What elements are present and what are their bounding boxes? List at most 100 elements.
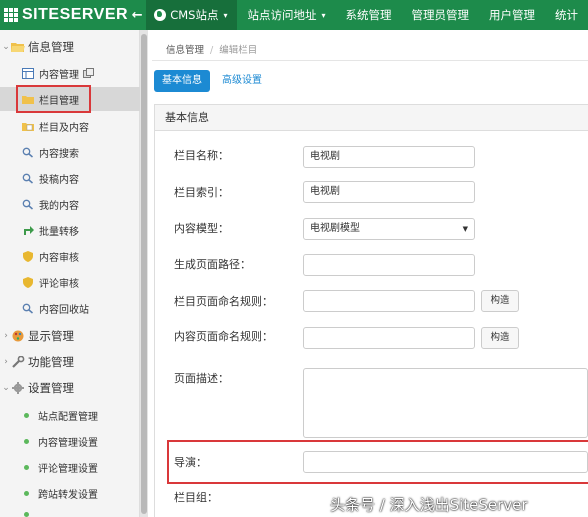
folder-open-icon [11,43,25,52]
sidebar-item-batch-move[interactable]: 批量转移 [0,219,140,241]
channel-index-input[interactable]: 电视剧 [303,181,475,203]
nav-admin[interactable]: 管理员管理 [402,0,480,30]
channel-index-label: 栏目索引： [174,186,229,199]
sidebar-item-content[interactable]: 内容管理 [0,62,140,84]
content-model-label: 内容模型： [174,222,229,235]
wrench-icon [12,356,25,368]
caret-down-icon: ▾ [321,10,326,20]
channel-rule-label: 栏目页面命名规则： [174,295,273,308]
breadcrumb-separator: / [210,45,214,56]
nav-label: 系统管理 [345,8,392,22]
tab-advanced-settings[interactable]: 高级设置 [214,70,270,92]
chevron-right-icon: › [4,357,8,367]
content-model-select[interactable]: 电视剧模型 ▼ [303,218,475,240]
sidebar-item-label: 评论审核 [39,278,79,290]
sidebar-item-label: 栏目及内容 [39,122,89,134]
bullet-icon [24,490,29,496]
sidebar-item-my-content[interactable]: 我的内容 [0,193,140,215]
bullet-icon [24,464,29,470]
shield-icon [23,276,33,288]
annotation-highlight-director [167,440,588,484]
nav-cms-site[interactable]: CMS站点 ▾ [146,0,238,30]
divider [152,60,588,61]
description-label: 页面描述： [174,372,229,385]
channel-group-label: 栏目组： [174,491,218,504]
sidebar-item-label: 内容搜索 [39,148,79,160]
bullet-icon [24,438,29,444]
panel-title: 基本信息 [155,105,588,131]
brand[interactable]: SITESERVER [0,6,128,24]
search-icon [22,147,33,158]
sidebar-item-label: 内容审核 [39,252,79,264]
sidebar-item-label: 内容回收站 [39,304,89,316]
sidebar-item-submissions[interactable]: 投稿内容 [0,167,140,189]
back-arrow-icon[interactable]: ← [128,8,146,23]
description-textarea[interactable] [303,368,588,438]
sidebar-group-label: 信息管理 [28,40,74,54]
bullet-icon [24,511,29,517]
copy-icon [83,68,94,78]
nav-system[interactable]: 系统管理 [336,0,402,30]
move-icon [24,225,34,235]
brand-name: SITESERVER [22,6,129,23]
nav-users[interactable]: 用户管理 [479,0,545,30]
caret-down-icon: ▾ [223,10,228,20]
table-icon [22,67,34,79]
tab-basic-info[interactable]: 基本信息 [154,70,210,92]
nav-site-url[interactable]: 站点访问地址 ▾ [237,0,335,30]
folder-doc-icon [22,122,34,131]
breadcrumb-current: 编辑栏目 [219,45,258,56]
nav-label: CMS站点 [170,8,219,22]
sidebar-item-recycle-bin[interactable]: 内容回收站 [0,297,140,319]
breadcrumb-parent[interactable]: 信息管理 [166,45,204,56]
page-path-input[interactable] [303,254,475,276]
nav-label: 用户管理 [489,8,535,22]
chevron-down-icon: ⌄ [2,383,10,393]
sidebar-group-settings[interactable]: ⌄ 设置管理 [0,377,140,399]
content-rule-input[interactable] [303,327,475,349]
chevron-down-icon: ⌄ [2,42,10,52]
sidebar-group-label: 功能管理 [28,355,74,369]
page-path-label: 生成页面路径： [174,258,251,271]
sidebar-item-site-config[interactable]: 站点配置管理 [0,404,140,426]
sidebar-item-content-review[interactable]: 内容审核 [0,245,140,267]
sidebar-item-channel-content[interactable]: 栏目及内容 [0,115,140,137]
sidebar-item-label: 我的内容 [39,200,79,212]
sidebar-item-comment-review[interactable]: 评论审核 [0,271,140,293]
sidebar-item-label: 批量转移 [39,226,79,238]
sidebar-item-label: 内容管理设置 [38,437,98,449]
nav-label: 统计 [555,8,578,22]
sidebar-group-label: 设置管理 [28,381,74,395]
breadcrumb: 信息管理 / 编辑栏目 [166,42,257,56]
sidebar-item-label: 跨站转发设置 [38,489,98,501]
channel-name-input[interactable]: 电视剧 [303,146,475,168]
sidebar-item-content-settings[interactable]: 内容管理设置 [0,430,140,452]
sidebar-item-search[interactable]: 内容搜索 [0,141,140,163]
sidebar-item-cutoff[interactable] [0,508,140,517]
sidebar-group-label: 显示管理 [28,329,74,343]
sidebar-group-features[interactable]: › 功能管理 [0,351,140,373]
sidebar-group-info[interactable]: ⌄ 信息管理 [0,37,140,57]
content-rule-build-button[interactable]: 构造 [481,327,519,349]
sidebar-item-label: 投稿内容 [39,174,79,186]
sidebar-item-label: 站点配置管理 [38,411,98,423]
sidebar-item-cross-site[interactable]: 跨站转发设置 [0,482,140,504]
search-icon [22,199,33,210]
channel-rule-build-button[interactable]: 构造 [481,290,519,312]
select-arrow-icon: ▼ [462,225,468,233]
sidebar-item-comment-settings[interactable]: 评论管理设置 [0,456,140,478]
chevron-right-icon: › [4,331,8,341]
search-icon [22,173,33,184]
sidebar-group-display[interactable]: › 显示管理 [0,325,140,347]
nav-stats[interactable]: 统计 [545,0,588,30]
shield-icon [23,250,33,262]
content-rule-label: 内容页面命名规则： [174,330,273,343]
logo-grid-icon [4,8,18,22]
annotation-highlight-channel [16,85,91,113]
top-navigation-bar: SITESERVER ← CMS站点 ▾ 站点访问地址 ▾ 系统管理 管理员管理… [0,0,588,30]
watermark: 头条号 / 深入浅出SiteServer [330,496,528,514]
sidebar-scrollbar-thumb[interactable] [141,34,147,514]
gear-icon [12,382,24,394]
search-icon [22,303,33,314]
channel-rule-input[interactable] [303,290,475,312]
